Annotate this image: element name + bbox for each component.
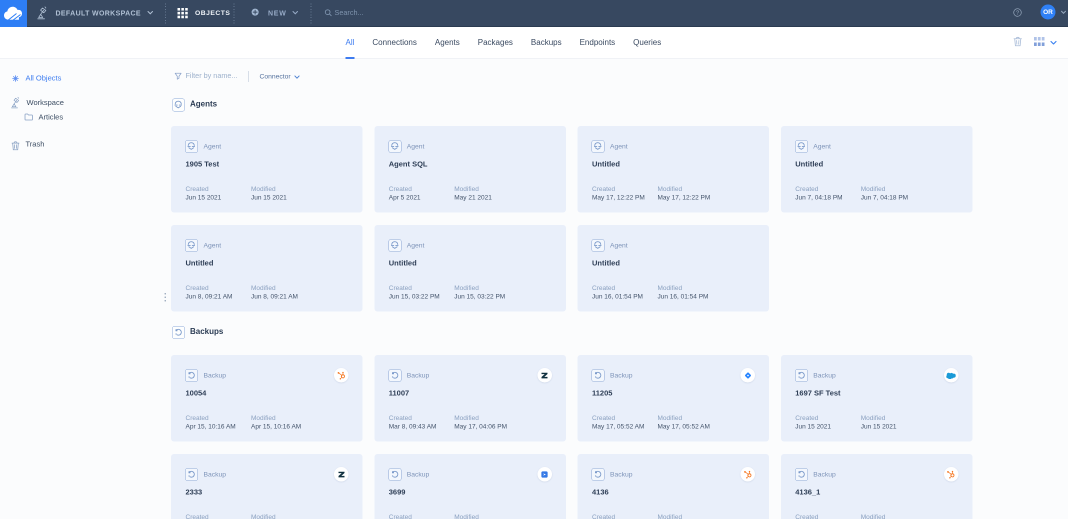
svg-text:?: ? bbox=[1016, 11, 1019, 17]
